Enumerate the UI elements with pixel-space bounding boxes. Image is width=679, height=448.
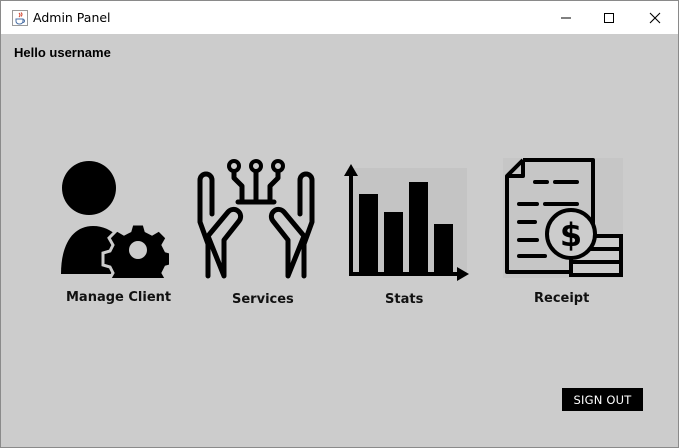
stats-tile[interactable]: Stats	[339, 158, 471, 310]
content-area: Hello username Manage Client Services St…	[1, 34, 678, 447]
window-title: Admin Panel	[33, 10, 111, 25]
svg-text:$: $	[560, 216, 582, 254]
sign-out-button[interactable]: SIGN OUT	[562, 388, 643, 411]
maximize-button[interactable]	[586, 1, 632, 34]
hands-circuit-icon	[197, 159, 315, 279]
maximize-icon	[604, 12, 614, 23]
receipt-label: Receipt	[534, 291, 590, 306]
services-label: Services	[232, 292, 294, 307]
user-gear-icon	[61, 161, 169, 278]
java-cup-icon	[12, 10, 28, 26]
services-tile[interactable]: Services	[191, 158, 321, 310]
close-icon	[649, 12, 661, 23]
bar-chart-icon	[344, 164, 469, 281]
minimize-button[interactable]	[543, 1, 589, 34]
minimize-icon	[561, 17, 571, 18]
stats-label: Stats	[385, 292, 424, 307]
manage-client-label: Manage Client	[66, 290, 172, 305]
title-bar[interactable]: Admin Panel	[1, 1, 678, 34]
receipt-tile[interactable]: $ Receipt	[497, 158, 627, 310]
receipt-coins-icon: $	[503, 158, 623, 278]
close-button[interactable]	[632, 1, 678, 34]
admin-panel-window: Admin Panel Hello username Manage Client	[0, 0, 679, 448]
manage-client-tile[interactable]: Manage Client	[53, 158, 175, 310]
greeting-label: Hello username	[14, 45, 111, 60]
